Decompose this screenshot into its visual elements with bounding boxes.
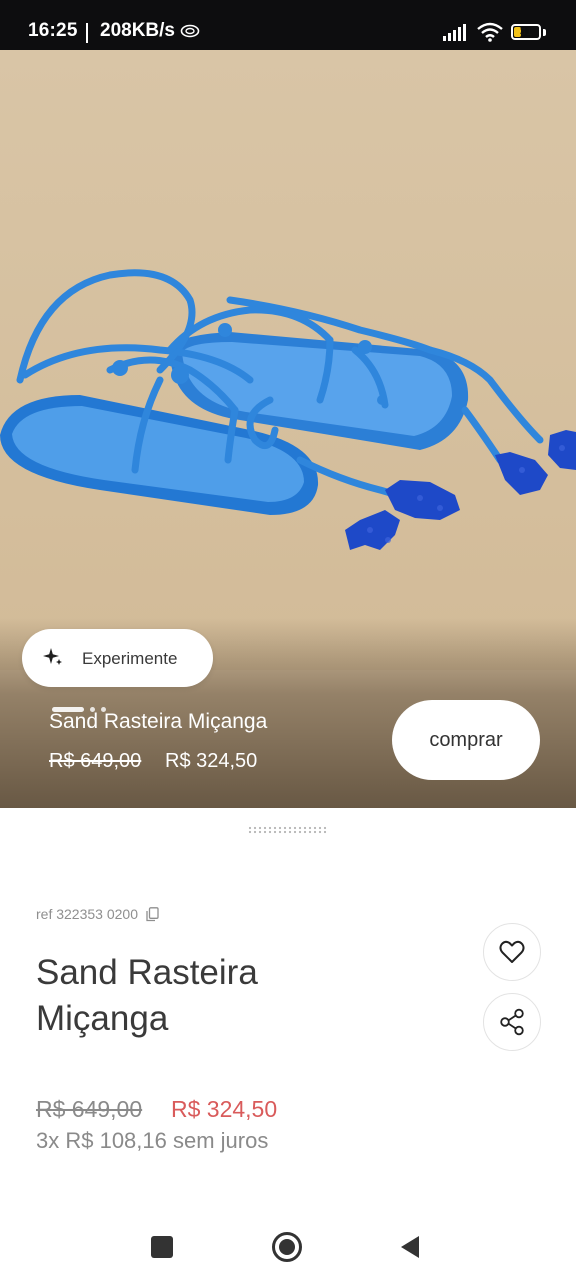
status-divider: [86, 23, 88, 43]
hero-old-price: R$ 649,00: [49, 750, 142, 772]
buy-button[interactable]: comprar: [392, 700, 540, 780]
hero-product-name: Sand Rasteira Miçanga: [49, 710, 268, 733]
battery-level: 31: [519, 26, 533, 38]
status-icons: 31: [443, 22, 546, 42]
share-button[interactable]: [483, 993, 541, 1051]
heart-icon: [499, 940, 525, 963]
system-nav-bar: [0, 1210, 576, 1280]
battery-icon: 31: [511, 24, 541, 40]
back-triangle-icon: [401, 1236, 419, 1258]
try-on-button[interactable]: Experimente: [22, 629, 213, 687]
circle-icon: [272, 1232, 302, 1262]
old-price: R$ 649,00: [36, 1096, 143, 1122]
product-ref: ref 322353 0200: [36, 906, 159, 922]
network-speed: 208KB/s: [100, 20, 175, 41]
sheet-drag-handle[interactable]: [248, 826, 328, 834]
share-icon: [500, 1008, 524, 1036]
home-button[interactable]: [270, 1230, 304, 1264]
status-bar: 16:25 208KB/s 31: [0, 0, 576, 50]
sparkle-icon: [43, 648, 62, 665]
square-icon: [151, 1236, 173, 1258]
ref-text: ref 322353 0200: [36, 906, 138, 922]
installments-text: 3x R$ 108,16 sem juros: [36, 1128, 269, 1153]
battery-tip: [543, 28, 546, 36]
signal-icon: [443, 24, 466, 41]
wifi-icon: [477, 22, 503, 42]
status-time: 16:25: [28, 20, 78, 41]
product-hero-image[interactable]: Experimente Sand Rasteira Miçanga R$ 649…: [0, 50, 576, 808]
sale-price: R$ 324,50: [171, 1096, 278, 1122]
copy-icon[interactable]: [146, 906, 159, 922]
data-saver-icon: [180, 24, 200, 38]
sandal-product-image: [0, 50, 576, 670]
hero-new-price: R$ 324,50: [165, 750, 258, 772]
favorite-button[interactable]: [483, 923, 541, 981]
recent-apps-button[interactable]: [145, 1230, 179, 1264]
product-title: Sand Rasteira Miçanga: [36, 953, 258, 1038]
back-button[interactable]: [395, 1230, 429, 1264]
try-on-label: Experimente: [82, 649, 178, 668]
